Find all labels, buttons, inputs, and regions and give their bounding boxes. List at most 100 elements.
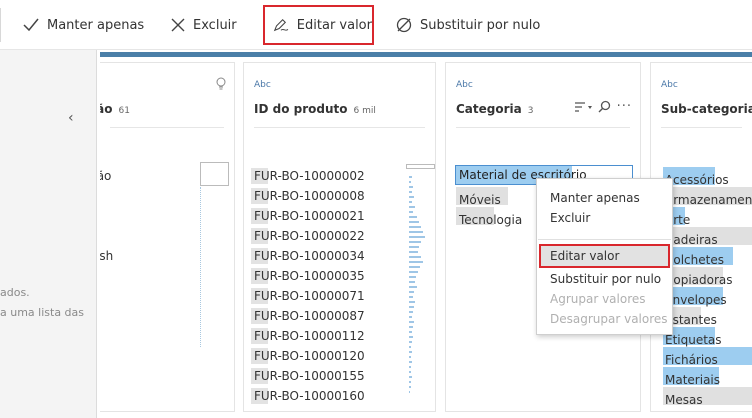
context-menu: Manter apenas Excluir Editar valor Subst…: [536, 178, 673, 335]
spark-bar: [409, 326, 413, 328]
search-icon[interactable]: [598, 100, 611, 113]
lightbulb-icon[interactable]: [216, 77, 226, 94]
menu-item-keep-only[interactable]: Manter apenas: [550, 191, 640, 205]
spark-bar: [409, 336, 413, 338]
list-item-label: FUR-BO-10000021: [254, 209, 365, 223]
list-item-label: FUR-BO-10000008: [254, 189, 365, 203]
menu-divider: [538, 239, 671, 240]
column-title: Sub-categoria: [661, 102, 752, 116]
spark-bar: [409, 381, 411, 383]
spark-bar: [409, 276, 416, 278]
spark-bar: [409, 181, 411, 183]
spark-bar: [409, 186, 413, 188]
list-item[interactable]: FUR-BO-10000112: [251, 327, 365, 345]
list-item[interactable]: Acessórios: [663, 167, 752, 187]
column-card-product-id[interactable]: Abc ID do produto 6 mil FUR-BO-10000002 FU…: [243, 62, 436, 412]
spark-bar: [409, 356, 411, 358]
left-panel: ‹ ados. a uma lista das: [0, 50, 97, 418]
list-item[interactable]: Tecnologia: [456, 207, 522, 227]
spark-bar: [409, 366, 411, 368]
spark-bar: [409, 201, 412, 203]
list-item[interactable]: Fichários: [663, 347, 752, 367]
list-item[interactable]: Estantes: [663, 307, 752, 327]
exclude-label: Excluir: [193, 17, 237, 33]
list-item-label: Copiadoras: [665, 273, 733, 287]
list-item[interactable]: FUR-BO-10000160: [251, 387, 365, 405]
scroll-preview[interactable]: [200, 162, 229, 186]
type-label: Abc: [661, 80, 678, 90]
list-item[interactable]: FUR-BO-10000071: [251, 287, 365, 305]
spark-bar: [409, 311, 413, 313]
spark-bar: [409, 316, 412, 318]
type-label: Abc: [456, 80, 473, 90]
sort-icon[interactable]: [574, 101, 592, 113]
list-item[interactable]: Móveis: [456, 187, 508, 207]
list-item[interactable]: Cadeiras: [663, 227, 752, 247]
column-title: ID do produto 6 mil: [254, 102, 376, 116]
list-item[interactable]: esh: [100, 249, 113, 263]
spark-bar: [409, 191, 412, 193]
list-item[interactable]: FUR-BO-10000002: [251, 167, 365, 185]
list-item[interactable]: Materiais: [663, 367, 752, 387]
spark-bar: [409, 266, 420, 268]
list-item-label: FUR-BO-10000071: [254, 289, 365, 303]
list-item-label: Armazenamento: [665, 193, 752, 207]
more-icon[interactable]: ···: [617, 99, 632, 114]
column-actions: ···: [574, 99, 632, 114]
list-item-label: Materiais: [665, 373, 721, 387]
toolbar: Manter apenas Excluir Editar valor Subst…: [0, 0, 752, 50]
exclude-button[interactable]: Excluir: [171, 0, 237, 50]
menu-item-group-values: Agrupar valores: [550, 292, 646, 306]
list-item[interactable]: FUR-BO-10000008: [251, 187, 365, 205]
column-card-1[interactable]: ião61 tão a a a esh s: [100, 62, 235, 412]
column-title: Categoria 3: [456, 102, 534, 116]
list-item[interactable]: Envelopes: [663, 287, 752, 307]
spark-bar: [409, 361, 412, 363]
list-item[interactable]: Arte: [663, 207, 752, 227]
keep-only-button[interactable]: Manter apenas: [23, 0, 144, 50]
chevron-left-icon[interactable]: ‹: [68, 110, 74, 126]
divider: [456, 127, 630, 128]
list-item[interactable]: FUR-BO-10000034: [251, 247, 365, 265]
list-item[interactable]: FUR-BO-10000087: [251, 307, 365, 325]
replace-null-button[interactable]: Substituir por nulo: [396, 0, 540, 50]
null-icon: [396, 17, 412, 33]
list-item-label: Fichários: [665, 353, 718, 367]
list-item[interactable]: Armazenamento: [663, 187, 752, 207]
menu-item-exclude[interactable]: Excluir: [550, 211, 590, 225]
edit-value-button[interactable]: Editar valor: [263, 5, 374, 45]
menu-item-edit-value[interactable]: Editar valor: [539, 244, 670, 268]
list-item[interactable]: Etiquetas: [663, 327, 752, 347]
list-item[interactable]: FUR-BO-10000022: [251, 227, 365, 245]
list-item-label: FUR-BO-10000035: [254, 269, 365, 283]
spark-bar: [409, 271, 418, 273]
list-item[interactable]: Colchetes: [663, 247, 752, 267]
list-item[interactable]: tão: [100, 169, 111, 183]
spark-bar: [409, 221, 419, 223]
divider: [254, 127, 425, 128]
list-item[interactable]: FUR-BO-10000035: [251, 267, 365, 285]
spark-bar: [409, 306, 414, 308]
spark-bar: [409, 286, 417, 288]
list-item-label: FUR-BO-10000120: [254, 349, 365, 363]
list-item-label: Etiquetas: [665, 333, 722, 347]
replace-null-label: Substituir por nulo: [420, 17, 541, 33]
spark-bar: [409, 371, 411, 373]
spark-bar: [409, 196, 414, 198]
list-item-label: FUR-BO-10000022: [254, 229, 365, 243]
list-item[interactable]: Copiadoras: [663, 267, 752, 287]
list-item[interactable]: FUR-BO-10000021: [251, 207, 365, 225]
list-item[interactable]: FUR-BO-10000120: [251, 347, 365, 365]
spark-bar: [409, 251, 418, 253]
spark-bar: [409, 226, 421, 228]
scroll-preview[interactable]: [406, 164, 435, 169]
spark-bar: [409, 391, 410, 393]
spark-bar: [409, 206, 415, 208]
list-item-label: FUR-BO-10000155: [254, 369, 365, 383]
spark-bar: [409, 176, 412, 178]
menu-item-replace-null[interactable]: Substituir por nulo: [550, 272, 661, 286]
spark-bar: [409, 236, 425, 238]
list-item[interactable]: Mesas: [663, 387, 752, 407]
divider: [110, 127, 224, 128]
list-item[interactable]: FUR-BO-10000155: [251, 367, 365, 385]
